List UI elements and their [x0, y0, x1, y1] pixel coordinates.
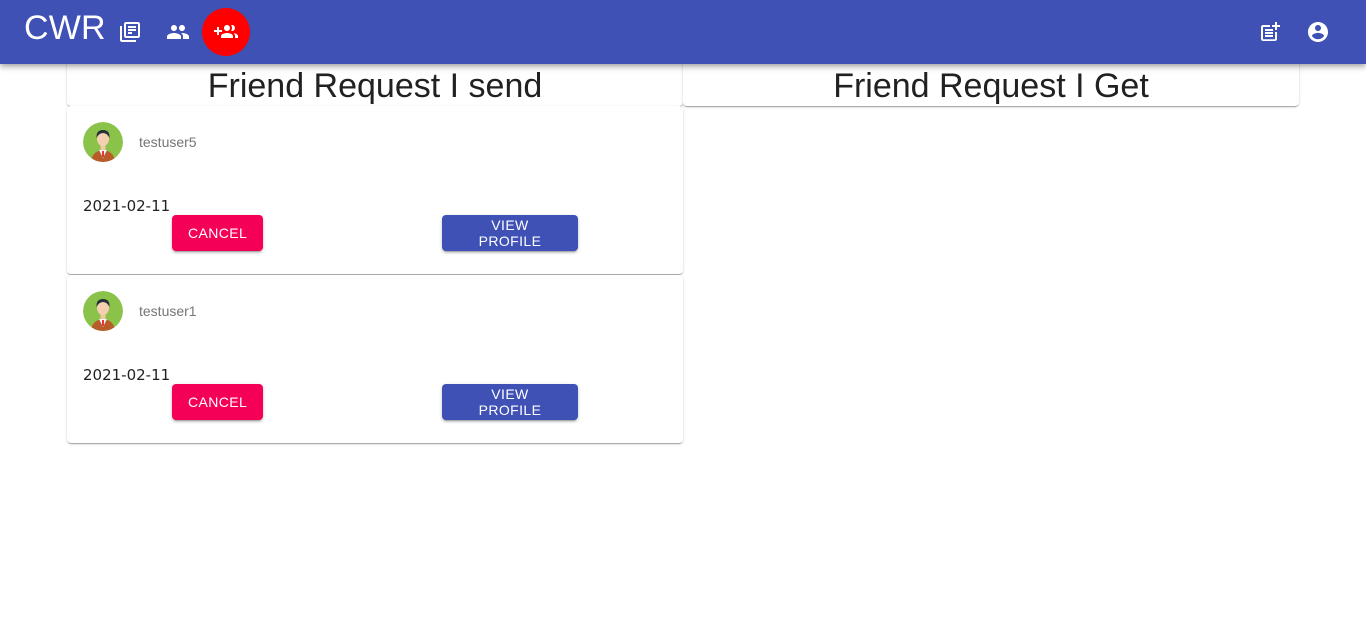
sent-requests-title: Friend Request I send [207, 67, 543, 105]
nav-friend-requests-button[interactable] [202, 8, 250, 56]
nav-friends-button[interactable] [154, 8, 202, 56]
nav-library-button[interactable] [106, 8, 154, 56]
request-username: testuser5 [139, 134, 197, 150]
friend-request-card: testuser5 2021-02-11 CANCEL VIEW PROFILE [67, 106, 683, 274]
group-add-icon [214, 25, 238, 38]
nav-account-button[interactable] [1294, 8, 1342, 56]
sent-requests-header: Friend Request I send [67, 58, 683, 106]
view-profile-button[interactable]: VIEW PROFILE [442, 384, 578, 420]
user-avatar-icon [83, 122, 123, 162]
request-date: 2021-02-11 [83, 366, 171, 384]
request-date: 2021-02-11 [83, 197, 171, 215]
avatar [83, 291, 123, 331]
cancel-button[interactable]: CANCEL [172, 215, 263, 251]
avatar [83, 122, 123, 162]
account-circle-icon [1308, 22, 1328, 42]
user-avatar-icon [83, 291, 123, 331]
nav-create-post-button[interactable] [1246, 8, 1294, 56]
library-icon [120, 22, 140, 42]
received-requests-title: Friend Request I Get [833, 67, 1149, 105]
people-icon [167, 25, 189, 39]
friend-request-card: testuser1 2021-02-11 CANCEL VIEW PROFILE [67, 275, 683, 443]
cancel-button[interactable]: CANCEL [172, 384, 263, 420]
post-add-icon [1261, 22, 1280, 41]
received-requests-header: Friend Request I Get [683, 58, 1299, 106]
app-brand[interactable]: CWR [24, 8, 106, 48]
request-username: testuser1 [139, 303, 197, 319]
app-bar: CWR [0, 0, 1366, 64]
view-profile-button[interactable]: VIEW PROFILE [442, 215, 578, 251]
